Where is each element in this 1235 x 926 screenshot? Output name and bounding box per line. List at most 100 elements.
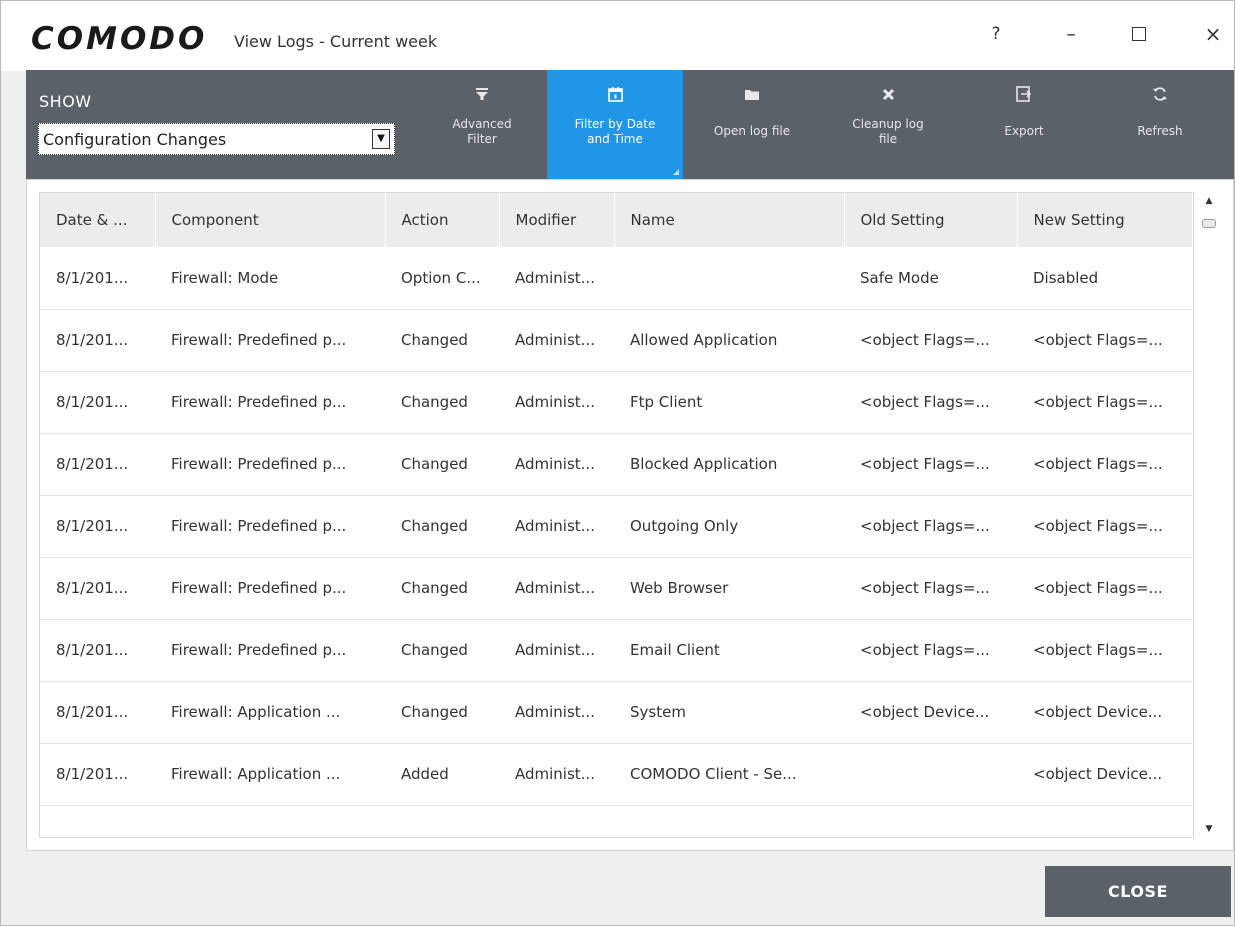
refresh-button[interactable]: Refresh bbox=[1092, 70, 1228, 179]
close-window-button[interactable]: × bbox=[1193, 19, 1233, 49]
cell-new-setting: <object Flags=... bbox=[1017, 495, 1192, 558]
table-row[interactable]: 8/1/201... Firewall: Predefined p... Chang… bbox=[40, 371, 1192, 434]
cell-modifier: Administ... bbox=[499, 743, 614, 806]
table-row[interactable]: 8/1/201... Firewall: Predefined p... Chang… bbox=[40, 619, 1192, 682]
title-bar[interactable]: COMODO View Logs - Current week ? – × bbox=[1, 1, 1234, 71]
table-header-row: Date & ... Component Action Modifier Nam… bbox=[40, 193, 1193, 247]
window-title: View Logs - Current week bbox=[234, 32, 438, 51]
table-row[interactable]: 8/1/201... Firewall: Mode Option C... Admin… bbox=[40, 247, 1192, 310]
cell-action: Changed bbox=[385, 681, 499, 744]
column-header-action[interactable]: Action bbox=[385, 193, 500, 247]
column-header-modifier[interactable]: Modifier bbox=[499, 193, 615, 247]
scroll-down-icon[interactable]: ▼ bbox=[1199, 820, 1219, 838]
close-button[interactable]: CLOSE bbox=[1045, 866, 1231, 917]
table-row[interactable]: 8/1/201... Firewall: Application ... Chang… bbox=[40, 681, 1192, 744]
cell-old-setting: <object Device... bbox=[844, 681, 1017, 744]
cell-date: 8/1/201... bbox=[40, 743, 155, 806]
cell-component: Firewall: Predefined p... bbox=[155, 495, 385, 558]
cell-modifier: Administ... bbox=[499, 309, 614, 372]
view-logs-window: COMODO View Logs - Current week ? – × SH… bbox=[0, 0, 1235, 926]
cell-date: 8/1/201... bbox=[40, 619, 155, 682]
table-row[interactable]: 8/1/201... Firewall: Predefined p... Chang… bbox=[40, 557, 1192, 620]
filter-icon bbox=[414, 84, 550, 104]
filter-by-date-button[interactable]: Filter by Date and Time bbox=[547, 70, 683, 179]
cell-modifier: Administ... bbox=[499, 557, 614, 620]
cell-action: Option C... bbox=[385, 247, 499, 310]
refresh-label: Refresh bbox=[1137, 124, 1183, 138]
cell-name: Email Client bbox=[614, 619, 844, 682]
cell-action: Changed bbox=[385, 557, 499, 620]
cell-date: 8/1/201... bbox=[40, 681, 155, 744]
export-label: Export bbox=[1004, 124, 1044, 138]
cell-modifier: Administ... bbox=[499, 247, 614, 310]
export-button[interactable]: Export bbox=[956, 70, 1092, 179]
log-table: Date & ... Component Action Modifier Nam… bbox=[39, 192, 1194, 838]
cell-new-setting: <object Flags=... bbox=[1017, 371, 1192, 434]
folder-icon bbox=[684, 84, 820, 104]
table-row[interactable]: 8/1/201... Firewall: Application ... Added… bbox=[40, 743, 1192, 806]
column-header-date[interactable]: Date & ... bbox=[40, 193, 156, 247]
table-row[interactable]: 8/1/201... Firewall: Predefined p... Chang… bbox=[40, 433, 1192, 496]
cell-new-setting: Disabled bbox=[1017, 247, 1192, 310]
open-log-file-button[interactable]: Open log file bbox=[684, 70, 820, 179]
open-log-file-label: Open log file bbox=[713, 124, 791, 138]
cell-new-setting: <object Flags=... bbox=[1017, 557, 1192, 620]
cell-action: Changed bbox=[385, 495, 499, 558]
cell-date: 8/1/201... bbox=[40, 557, 155, 620]
comodo-logo: COMODO bbox=[31, 21, 208, 57]
refresh-icon bbox=[1092, 84, 1228, 104]
cleanup-log-file-button[interactable]: Cleanup log file bbox=[820, 70, 956, 179]
cleanup-log-file-label: Cleanup log file bbox=[852, 117, 924, 146]
cell-date: 8/1/201... bbox=[40, 495, 155, 558]
toolbar: SHOW Configuration Changes ▼ Advanced Fi… bbox=[26, 70, 1234, 179]
cell-date: 8/1/201... bbox=[40, 433, 155, 496]
cell-component: Firewall: Mode bbox=[155, 247, 385, 310]
cell-old-setting: <object Flags=... bbox=[844, 309, 1017, 372]
cell-name: System bbox=[614, 681, 844, 744]
scroll-thumb[interactable] bbox=[1202, 219, 1216, 228]
cell-name: COMODO Client - Se... bbox=[614, 743, 844, 806]
cell-new-setting: <object Device... bbox=[1017, 743, 1192, 806]
clear-icon bbox=[820, 84, 956, 104]
cell-new-setting: <object Flags=... bbox=[1017, 309, 1192, 372]
cell-modifier: Administ... bbox=[499, 681, 614, 744]
show-label: SHOW bbox=[39, 92, 92, 111]
cell-component: Firewall: Predefined p... bbox=[155, 619, 385, 682]
cell-component: Firewall: Application ... bbox=[155, 743, 385, 806]
cell-name: Web Browser bbox=[614, 557, 844, 620]
column-header-component[interactable]: Component bbox=[155, 193, 386, 247]
cell-component: Firewall: Application ... bbox=[155, 681, 385, 744]
cell-modifier: Administ... bbox=[499, 433, 614, 496]
maximize-icon bbox=[1132, 27, 1146, 41]
cell-old-setting: <object Flags=... bbox=[844, 619, 1017, 682]
cell-old-setting: <object Flags=... bbox=[844, 433, 1017, 496]
cell-date: 8/1/201... bbox=[40, 371, 155, 434]
cell-action: Changed bbox=[385, 371, 499, 434]
cell-old-setting: <object Flags=... bbox=[844, 557, 1017, 620]
calendar-icon bbox=[547, 84, 683, 104]
column-header-new-setting[interactable]: New Setting bbox=[1017, 193, 1193, 247]
cell-modifier: Administ... bbox=[499, 495, 614, 558]
table-row[interactable]: 8/1/201... Firewall: Predefined p... Chang… bbox=[40, 495, 1192, 558]
log-type-select-value: Configuration Changes bbox=[43, 130, 227, 149]
maximize-button[interactable] bbox=[1119, 19, 1159, 49]
cell-old-setting: <object Flags=... bbox=[844, 371, 1017, 434]
cell-name bbox=[614, 247, 844, 310]
cell-action: Changed bbox=[385, 309, 499, 372]
column-header-name[interactable]: Name bbox=[614, 193, 845, 247]
scroll-up-icon[interactable]: ▲ bbox=[1199, 192, 1219, 210]
advanced-filter-button[interactable]: Advanced Filter bbox=[414, 70, 550, 179]
export-icon bbox=[956, 84, 1092, 104]
table-row[interactable]: 8/1/201... Firewall: Predefined p... Chang… bbox=[40, 309, 1192, 372]
log-content-area: Date & ... Component Action Modifier Nam… bbox=[26, 179, 1234, 851]
cell-name: Blocked Application bbox=[614, 433, 844, 496]
cell-name: Allowed Application bbox=[614, 309, 844, 372]
help-button[interactable]: ? bbox=[976, 19, 1016, 49]
cell-component: Firewall: Predefined p... bbox=[155, 371, 385, 434]
column-header-old-setting[interactable]: Old Setting bbox=[844, 193, 1018, 247]
dropdown-arrow-icon[interactable]: ▼ bbox=[372, 129, 390, 149]
vertical-scrollbar[interactable]: ▲ ▼ bbox=[1199, 192, 1219, 838]
minimize-button[interactable]: – bbox=[1051, 19, 1091, 49]
cell-component: Firewall: Predefined p... bbox=[155, 309, 385, 372]
log-type-select[interactable]: Configuration Changes ▼ bbox=[38, 123, 395, 155]
